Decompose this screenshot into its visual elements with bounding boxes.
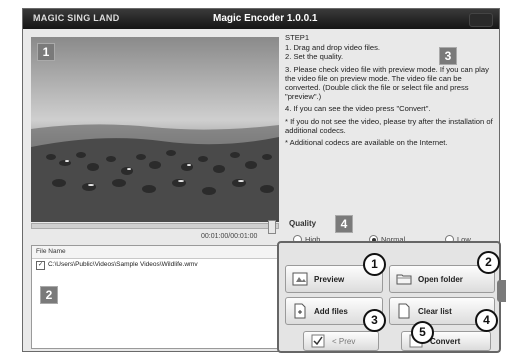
app-window: MAGIC SING LAND Magic Encoder 1.0.0.1 1 … <box>22 8 501 353</box>
action-panel: Preview Open folder Add files Clear list… <box>277 241 501 353</box>
step-line-4: 4. If you can see the video press "Conve… <box>285 104 431 114</box>
window-title: Magic Encoder 1.0.0.1 <box>213 13 318 24</box>
timecode: 00:01:00/00:01:00 <box>201 233 258 240</box>
preview-icon <box>292 271 308 287</box>
file-checkbox[interactable]: ✓ <box>36 260 45 270</box>
add-files-icon <box>292 303 308 319</box>
close-button[interactable] <box>469 13 493 27</box>
callout-number-clear-list: 4 <box>475 309 498 332</box>
callout-number-open-folder: 2 <box>477 251 500 274</box>
step-line-3: 3. Please check video file with preview … <box>285 64 489 102</box>
checkmark-icon <box>310 333 326 349</box>
seek-handle[interactable] <box>268 220 276 234</box>
callout-number-add-files: 3 <box>363 309 386 332</box>
callout-badge-steps: 3 <box>439 47 457 65</box>
callout-number-convert: 5 <box>411 321 434 344</box>
clear-list-label: Clear list <box>418 306 452 316</box>
brand-logo-text: MAGIC SING LAND <box>33 13 120 23</box>
convert-label: Convert <box>430 336 461 346</box>
callout-number-preview: 1 <box>363 253 386 276</box>
instructions-panel: STEP1 1. Drag and drop video files. 2. S… <box>285 33 497 223</box>
add-files-label: Add files <box>314 306 348 316</box>
callout-badge-quality: 4 <box>335 215 353 233</box>
file-path: C:\Users\Public\Videos\Sample Videos\Wil… <box>48 261 198 268</box>
prev-button[interactable]: < Prev <box>303 331 379 351</box>
folder-icon <box>396 271 412 287</box>
video-preview[interactable]: 1 <box>31 37 279 222</box>
open-folder-label: Open folder <box>418 274 463 284</box>
seek-bar[interactable] <box>31 220 279 234</box>
callout-badge-video: 1 <box>37 43 55 61</box>
list-item[interactable]: ✓ C:\Users\Public\Videos\Sample Videos\W… <box>32 259 278 271</box>
step-heading: STEP1 <box>285 33 310 42</box>
clear-list-icon <box>396 303 412 319</box>
step-note-internet: * Additional codecs are available on the… <box>285 138 448 148</box>
callout-badge-filelist: 2 <box>40 286 58 304</box>
step-line-1: 1. Drag and drop video files. <box>285 43 380 53</box>
preview-label: Preview <box>314 274 345 284</box>
step-note-codecs: * If you do not see the video, please tr… <box>285 116 493 135</box>
prev-label: < Prev <box>332 336 356 346</box>
quality-label: Quality <box>289 219 317 228</box>
file-list-header: File Name <box>32 246 278 259</box>
title-bar: MAGIC SING LAND Magic Encoder 1.0.0.1 <box>23 9 499 29</box>
file-list[interactable]: File Name ✓ C:\Users\Public\Videos\Sampl… <box>31 245 279 349</box>
side-handle[interactable] <box>497 280 506 302</box>
step-line-2: 2. Set the quality. <box>285 52 344 62</box>
video-frame-image <box>31 37 279 222</box>
